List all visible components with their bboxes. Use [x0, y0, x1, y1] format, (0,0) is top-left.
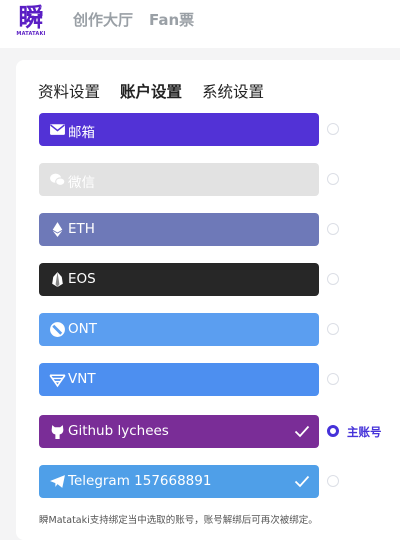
eos-icon — [52, 272, 63, 287]
primary-radio-eth[interactable] — [327, 223, 339, 235]
checkmark-icon — [294, 475, 310, 488]
account-eos[interactable]: EOS — [39, 263, 319, 296]
primary-radio-eos[interactable] — [327, 273, 339, 285]
account-github[interactable]: Github lychees — [39, 415, 319, 448]
primary-radio-email[interactable] — [327, 123, 339, 135]
account-vnt[interactable]: VNT — [39, 363, 319, 396]
account-label: EOS — [68, 271, 96, 287]
account-wechat[interactable]: 微信 — [39, 163, 319, 196]
ethereum-icon — [52, 222, 63, 237]
account-eth[interactable]: ETH — [39, 213, 319, 246]
primary-account-label: 主账号 — [347, 425, 382, 439]
account-label: VNT — [68, 371, 96, 387]
github-icon — [51, 425, 64, 439]
primary-radio-ont[interactable] — [327, 323, 339, 335]
account-label: Github lychees — [68, 423, 169, 439]
binding-footnote: 瞬Matataki支持绑定当中选取的账号，账号解绑后可再次被绑定。 — [39, 515, 318, 526]
account-email[interactable]: 邮箱 — [39, 113, 319, 146]
primary-radio-wechat[interactable] — [327, 173, 339, 185]
account-label: Telegram 157668891 — [68, 473, 212, 489]
matataki-logo[interactable]: 瞬 MATATAKI — [14, 4, 48, 38]
account-label: 邮箱 — [68, 125, 95, 141]
account-label: 微信 — [68, 175, 95, 191]
envelope-icon — [50, 124, 65, 135]
nav-link-creation-hall[interactable]: 创作大厅 — [73, 9, 133, 30]
primary-radio-vnt[interactable] — [327, 373, 339, 385]
wechat-icon — [50, 173, 66, 186]
account-label: ETH — [68, 221, 95, 237]
account-telegram[interactable]: Telegram 157668891 — [39, 465, 319, 498]
tab-system-settings[interactable]: 系统设置 — [202, 80, 264, 102]
account-label: ONT — [68, 321, 97, 337]
tab-profile-settings[interactable]: 资料设置 — [38, 80, 100, 102]
logo-glyph: 瞬 — [18, 3, 44, 32]
vnt-icon — [49, 374, 66, 388]
top-nav: 瞬 MATATAKI 创作大厅 Fan票 — [0, 0, 400, 48]
logo-wordmark: MATATAKI — [16, 31, 46, 37]
nav-link-fan-ticket[interactable]: Fan票 — [149, 9, 194, 30]
account-ont[interactable]: ONT — [39, 313, 319, 346]
tab-account-settings[interactable]: 账户设置 — [120, 80, 182, 102]
telegram-icon — [50, 475, 65, 488]
checkmark-icon — [294, 425, 310, 438]
primary-radio-github[interactable] — [327, 425, 339, 437]
primary-radio-telegram[interactable] — [327, 475, 339, 487]
ont-icon — [50, 322, 65, 337]
